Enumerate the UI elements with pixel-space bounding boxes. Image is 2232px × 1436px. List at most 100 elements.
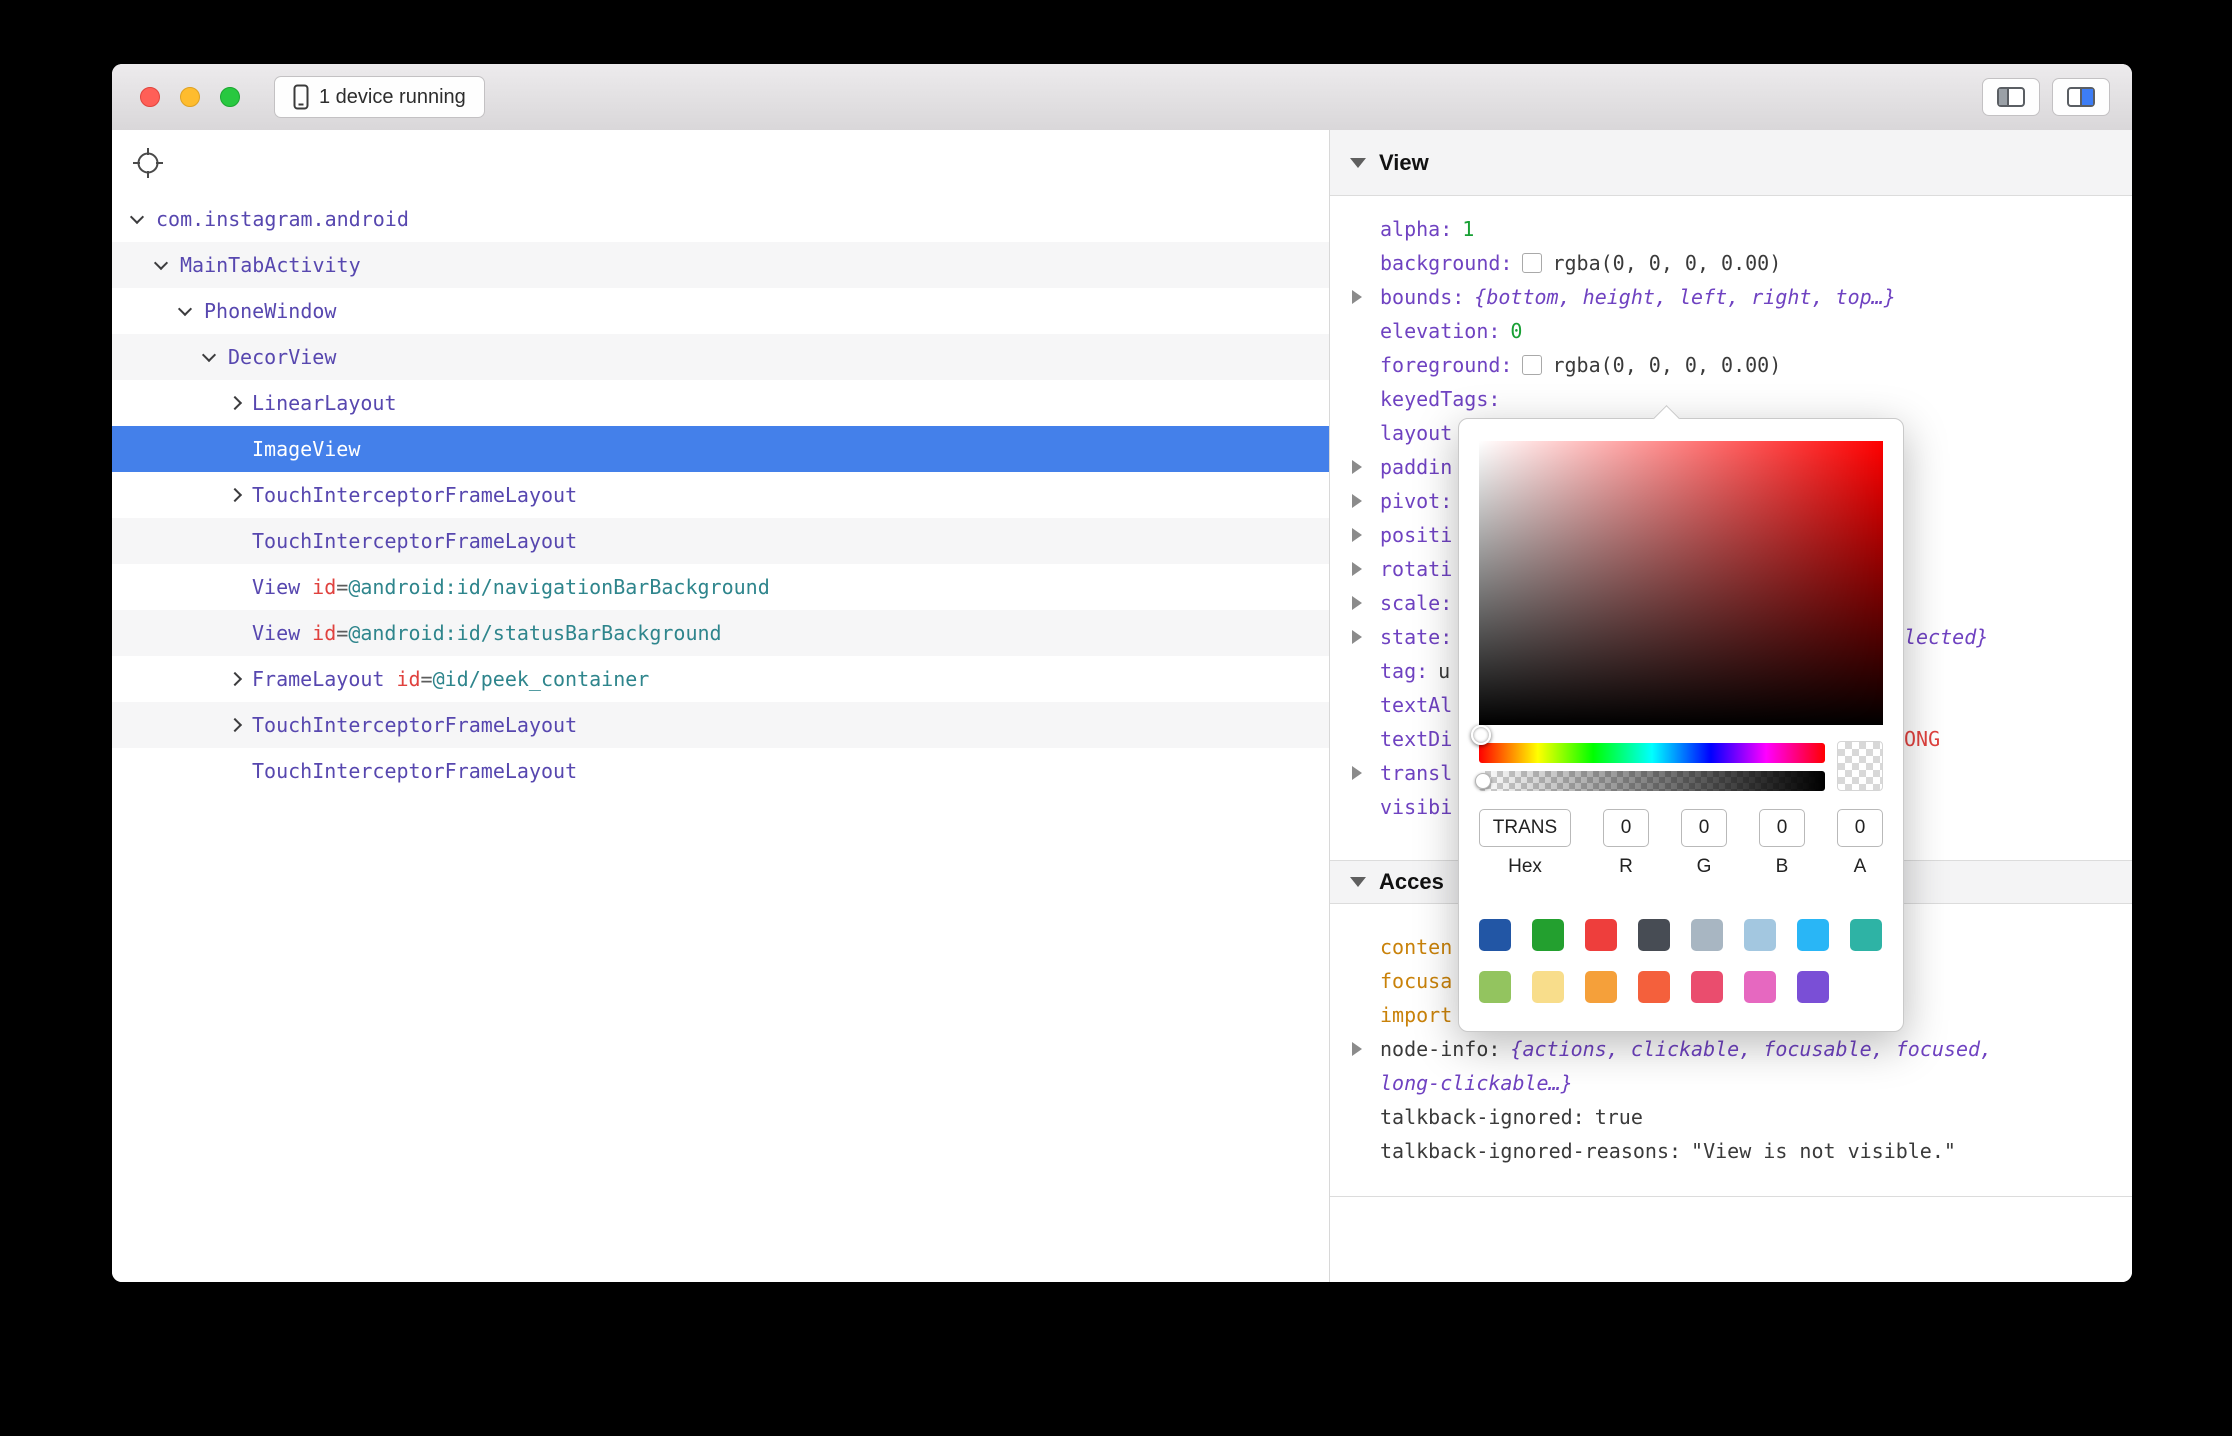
tree-row[interactable]: LinearLayout <box>112 380 1329 426</box>
color-swatch[interactable] <box>1691 971 1723 1003</box>
color-swatch[interactable] <box>1638 919 1670 951</box>
prop-value: true <box>1595 1105 1643 1129</box>
color-swatch[interactable] <box>1638 971 1670 1003</box>
id-equals: = <box>336 575 348 599</box>
prop-key: background: <box>1380 251 1512 275</box>
chevron-down-icon[interactable] <box>204 354 228 360</box>
expand-arrow-icon[interactable] <box>1352 1042 1362 1056</box>
prop-key: elevation: <box>1380 319 1500 343</box>
chevron-right-icon[interactable] <box>228 398 252 408</box>
tree-row[interactable]: TouchInterceptorFrameLayout <box>112 748 1329 794</box>
tree: com.instagram.android MainTabActivityPhon… <box>112 196 1329 794</box>
chevron-right-icon[interactable] <box>228 720 252 730</box>
tree-row[interactable]: DecorView <box>112 334 1329 380</box>
prop-row: foreground:rgba(0, 0, 0, 0.00) <box>1330 348 2132 382</box>
prop-key: focusa <box>1380 969 1452 993</box>
red-input[interactable] <box>1603 809 1649 847</box>
id-attribute-value: @id/peek_container <box>433 667 650 691</box>
right-sidebar-icon <box>2067 87 2095 107</box>
collapse-triangle-icon <box>1350 877 1366 887</box>
alpha-input[interactable] <box>1837 809 1883 847</box>
view-section-header[interactable]: View <box>1330 130 2132 196</box>
alpha-knob[interactable] <box>1475 773 1491 789</box>
hue-knob[interactable] <box>1471 725 1491 745</box>
tree-row[interactable]: TouchInterceptorFrameLayout <box>112 702 1329 748</box>
green-input[interactable] <box>1681 809 1727 847</box>
prop-key: tag: <box>1380 659 1428 683</box>
alpha-label: A <box>1854 856 1867 878</box>
saturation-brightness-area[interactable] <box>1479 441 1883 725</box>
id-equals: = <box>336 621 348 645</box>
expand-arrow-icon[interactable] <box>1352 460 1362 474</box>
prop-value: {bottom, height, left, right, top…} <box>1474 285 1895 309</box>
prop-key: state: <box>1380 625 1452 649</box>
hue-slider[interactable] <box>1479 743 1825 763</box>
color-swatch[interactable] <box>1585 971 1617 1003</box>
color-swatch[interactable] <box>1479 919 1511 951</box>
tree-row[interactable]: FrameLayoutid=@id/peek_container <box>112 656 1329 702</box>
color-swatch[interactable] <box>1744 919 1776 951</box>
tree-node-label: View <box>252 575 300 599</box>
expand-arrow-icon[interactable] <box>1352 562 1362 576</box>
tree-row[interactable]: Viewid=@android:id/statusBarBackground <box>112 610 1329 656</box>
chevron-down-icon[interactable] <box>132 216 156 222</box>
color-swatch[interactable] <box>1691 919 1723 951</box>
tree-node-label: TouchInterceptorFrameLayout <box>252 759 577 783</box>
expand-arrow-icon[interactable] <box>1352 596 1362 610</box>
color-swatch[interactable] <box>1850 919 1882 951</box>
chevron-right-icon[interactable] <box>228 490 252 500</box>
hex-input[interactable] <box>1479 809 1571 847</box>
color-value-checkbox[interactable] <box>1522 253 1542 273</box>
chevron-right-icon[interactable] <box>228 674 252 684</box>
tree-row[interactable]: Viewid=@android:id/navigationBarBackgrou… <box>112 564 1329 610</box>
swatch-row-1 <box>1479 919 1882 951</box>
current-color-preview <box>1837 741 1883 791</box>
blue-input[interactable] <box>1759 809 1805 847</box>
toggle-left-sidebar-button[interactable] <box>1982 78 2040 116</box>
expand-arrow-icon[interactable] <box>1352 528 1362 542</box>
expand-arrow-icon[interactable] <box>1352 766 1362 780</box>
tree-node-label: LinearLayout <box>252 391 397 415</box>
minimize-button[interactable] <box>180 87 200 107</box>
color-swatch[interactable] <box>1797 971 1829 1003</box>
alpha-slider[interactable] <box>1479 771 1825 791</box>
tree-row[interactable]: ImageView <box>112 426 1329 472</box>
close-button[interactable] <box>140 87 160 107</box>
chevron-placeholder <box>228 582 252 592</box>
prop-row: node-info:{actions, clickable, focusable… <box>1330 1032 2132 1066</box>
prop-key: node-info: <box>1380 1037 1500 1061</box>
chevron-down-icon[interactable] <box>180 308 204 314</box>
tree-row[interactable]: TouchInterceptorFrameLayout <box>112 472 1329 518</box>
prop-value: 0 <box>1510 319 1522 343</box>
tree-row[interactable]: com.instagram.android <box>112 196 1329 242</box>
expand-arrow-icon[interactable] <box>1352 630 1362 644</box>
tree-row[interactable]: PhoneWindow <box>112 288 1329 334</box>
id-equals: = <box>421 667 433 691</box>
expand-arrow-icon[interactable] <box>1352 290 1362 304</box>
target-inspect-icon[interactable] <box>130 145 166 181</box>
id-attribute-name: id <box>312 621 336 645</box>
zoom-button[interactable] <box>220 87 240 107</box>
blue-label: B <box>1776 856 1789 878</box>
color-swatch[interactable] <box>1797 919 1829 951</box>
prop-key: bounds: <box>1380 285 1464 309</box>
color-swatch[interactable] <box>1479 971 1511 1003</box>
chevron-down-icon[interactable] <box>156 262 180 268</box>
device-status-button[interactable]: 1 device running <box>274 76 485 118</box>
tree-row[interactable]: MainTabActivity <box>112 242 1329 288</box>
accessibility-section-title: Acces <box>1379 869 1444 895</box>
color-swatch[interactable] <box>1532 919 1564 951</box>
tree-row[interactable]: TouchInterceptorFrameLayout <box>112 518 1329 564</box>
prop-value: rgba(0, 0, 0, 0.00) <box>1552 251 1781 275</box>
prop-key: keyedTags: <box>1380 387 1500 411</box>
color-value-checkbox[interactable] <box>1522 355 1542 375</box>
prop-row: alpha:1 <box>1330 212 2132 246</box>
expand-arrow-icon[interactable] <box>1352 494 1362 508</box>
tree-node-label: ImageView <box>252 437 360 461</box>
titlebar: 1 device running <box>112 64 2132 131</box>
color-swatch[interactable] <box>1585 919 1617 951</box>
color-swatch[interactable] <box>1744 971 1776 1003</box>
color-swatch[interactable] <box>1532 971 1564 1003</box>
toggle-right-sidebar-button[interactable] <box>2052 78 2110 116</box>
tree-node-label: com.instagram.android <box>156 207 409 231</box>
